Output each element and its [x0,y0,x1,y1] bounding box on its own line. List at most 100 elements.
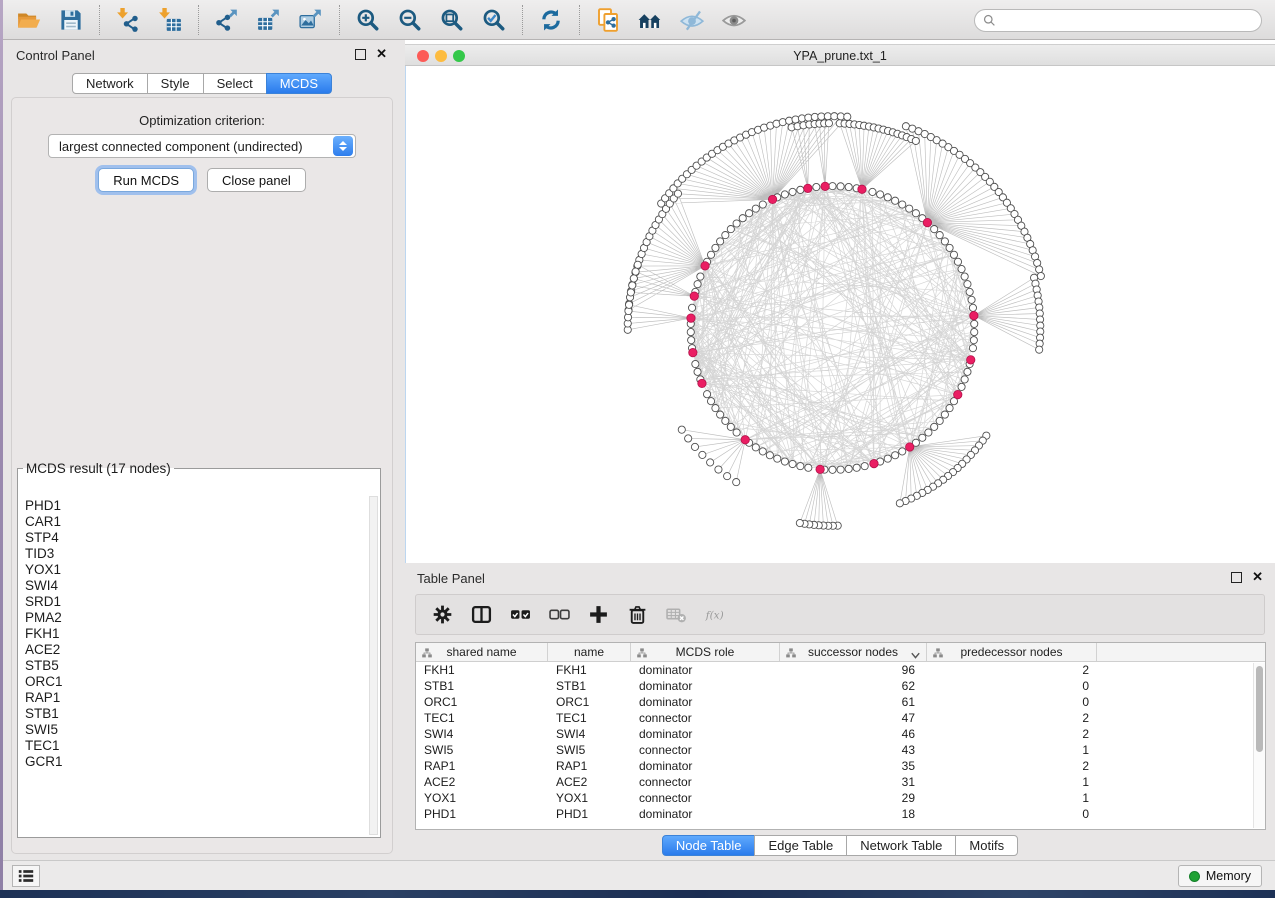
save-session-button[interactable] [50,0,92,40]
table-row[interactable]: SWI5SWI5connector431 [416,742,1265,758]
criterion-dropdown[interactable]: largest connected component (undirected) [48,134,356,158]
table-row[interactable]: TEC1TEC1connector472 [416,710,1265,726]
table-tab-motifs[interactable]: Motifs [955,835,1018,856]
table-row[interactable]: SWI4SWI4dominator462 [416,726,1265,742]
table-row[interactable]: FKH1FKH1dominator962 [416,662,1265,678]
mcds-result-item[interactable]: SRD1 [25,594,368,610]
table-row[interactable]: ORC1ORC1dominator610 [416,694,1265,710]
status-bar: Memory [0,860,1275,890]
zoom-fit-button[interactable] [431,0,473,40]
export-image-button[interactable] [290,0,332,40]
run-mcds-button[interactable]: Run MCDS [98,168,194,192]
mcds-result-item[interactable]: SWI4 [25,578,368,594]
open-file-button[interactable] [8,0,50,40]
mcds-result-item[interactable]: CAR1 [25,514,368,530]
select-all-rows-button[interactable] [504,597,537,633]
network-list-button[interactable] [12,865,40,887]
deselect-all-rows-button[interactable] [543,597,576,633]
close-table-panel-icon[interactable]: ✕ [1252,569,1263,585]
table-row[interactable]: ACE2ACE2connector311 [416,774,1265,790]
zoom-out-button[interactable] [389,0,431,40]
show-hidden-button[interactable] [713,0,755,40]
mcds-result-item[interactable]: STB5 [25,658,368,674]
table-row[interactable]: STB1STB1dominator620 [416,678,1265,694]
cell: 1 [927,790,1097,806]
tab-select[interactable]: Select [203,73,267,94]
duplicate-network-button[interactable] [587,0,629,40]
search-field[interactable] [974,9,1262,32]
mcds-result-item[interactable]: ORC1 [25,674,368,690]
zoom-in-button[interactable] [347,0,389,40]
cell: 18 [780,806,927,822]
cell: dominator [631,678,780,694]
cell: 1 [927,742,1097,758]
table-scrollbar[interactable] [1253,663,1265,828]
table-row[interactable]: PHD1PHD1dominator180 [416,806,1265,822]
mcds-result-item[interactable]: ACE2 [25,642,368,658]
refresh-view-icon [539,8,563,32]
column-label: successor nodes [808,645,898,659]
import-network-button[interactable] [107,0,149,40]
cell: 2 [927,758,1097,774]
mcds-result-item[interactable]: GCR1 [25,754,368,770]
export-network-button[interactable] [206,0,248,40]
delete-column-button[interactable] [621,597,654,633]
show-columns-icon [471,604,492,625]
mcds-panel: Optimization criterion: largest connecte… [11,97,393,854]
show-hidden-icon [722,8,746,32]
column-header-successor-nodes[interactable]: successor nodes [780,643,927,661]
tab-mcds[interactable]: MCDS [266,73,332,94]
mcds-result-item[interactable]: STP4 [25,530,368,546]
export-table-button[interactable] [248,0,290,40]
float-panel-icon[interactable] [355,49,366,60]
cell: FKH1 [548,662,631,678]
table-scrollbar-thumb[interactable] [1256,666,1263,752]
mcds-result-item[interactable]: SWI5 [25,722,368,738]
mcds-result-item[interactable]: PMA2 [25,610,368,626]
cell: ACE2 [548,774,631,790]
cell-filler [1097,710,1265,726]
table-row[interactable]: YOX1YOX1connector291 [416,790,1265,806]
result-list-scrollbar[interactable] [369,496,378,835]
refresh-view-button[interactable] [530,0,572,40]
column-header-predecessor-nodes[interactable]: predecessor nodes [927,643,1097,661]
table-toolbar: f(x) [415,594,1265,635]
table-tab-edge-table[interactable]: Edge Table [754,835,847,856]
node-table: shared namenameMCDS role successor nodes p… [415,642,1266,830]
mcds-result-item[interactable]: RAP1 [25,690,368,706]
mcds-result-item[interactable]: TID3 [25,546,368,562]
column-header-MCDS-role[interactable]: MCDS role [631,643,780,661]
table-row[interactable]: RAP1RAP1dominator352 [416,758,1265,774]
mcds-result-item[interactable]: TEC1 [25,738,368,754]
hide-selected-button[interactable] [671,0,713,40]
memory-button[interactable]: Memory [1178,865,1262,887]
mcds-result-item[interactable]: PHD1 [25,498,368,514]
export-network-icon [215,8,239,32]
mcds-result-item[interactable]: STB1 [25,706,368,722]
criterion-label: Optimization criterion: [12,113,392,128]
import-table-button[interactable] [149,0,191,40]
cell: connector [631,790,780,806]
cell-filler [1097,678,1265,694]
mcds-result-item[interactable]: FKH1 [25,626,368,642]
float-table-panel-icon[interactable] [1231,572,1242,583]
column-header-name[interactable]: name [548,643,631,661]
column-header-shared-name[interactable]: shared name [416,643,548,661]
show-columns-button[interactable] [465,597,498,633]
zoom-selected-button[interactable] [473,0,515,40]
control-panel-header: Control Panel ✕ [4,40,400,70]
network-canvas[interactable] [405,66,1274,563]
search-input[interactable] [996,10,1261,31]
close-panel-icon[interactable]: ✕ [376,46,387,62]
tab-network[interactable]: Network [72,73,148,94]
cell: connector [631,710,780,726]
mcds-result-item[interactable]: YOX1 [25,562,368,578]
table-body: FKH1FKH1dominator962STB1STB1dominator620… [416,662,1265,822]
tab-style[interactable]: Style [147,73,204,94]
close-panel-button[interactable]: Close panel [207,168,306,192]
table-tab-node-table[interactable]: Node Table [662,835,756,856]
column-settings-button[interactable] [426,597,459,633]
table-tab-network-table[interactable]: Network Table [846,835,956,856]
add-column-button[interactable] [582,597,615,633]
first-neighbors-button[interactable] [629,0,671,40]
